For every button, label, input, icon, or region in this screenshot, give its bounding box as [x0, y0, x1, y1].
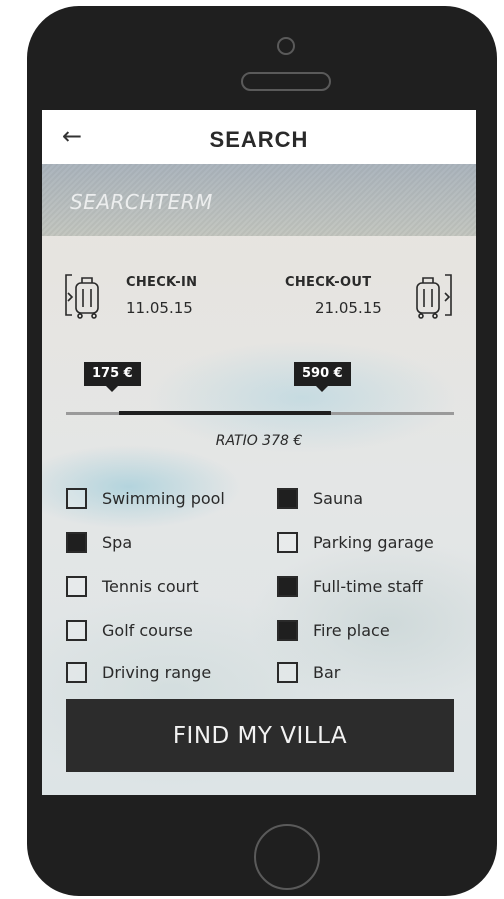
- luggage-icon: [65, 274, 99, 319]
- ratio-label: RATIO 378 €: [215, 433, 303, 449]
- search-field[interactable]: SEARCHTERM: [42, 164, 476, 236]
- amenity-label: Fire place: [313, 621, 390, 640]
- header-bar: ← SEARCH: [42, 110, 476, 164]
- checkbox[interactable]: [66, 662, 87, 683]
- home-button[interactable]: [254, 824, 320, 890]
- checkout-date[interactable]: 21.05.15: [315, 299, 382, 317]
- checkbox[interactable]: [277, 532, 298, 553]
- page-title: SEARCH: [209, 127, 309, 152]
- checkout-label: CHECK-OUT: [285, 275, 372, 290]
- amenity-label: Driving range: [102, 663, 212, 682]
- luggage-icon: [416, 274, 452, 319]
- checkbox[interactable]: [277, 576, 298, 597]
- amenity-label: Parking garage: [313, 533, 434, 552]
- checkbox[interactable]: [66, 576, 87, 597]
- amenity-label: Golf course: [102, 621, 193, 640]
- checkin-label: CHECK-IN: [126, 275, 198, 290]
- price-slider-range[interactable]: [119, 411, 331, 415]
- min-price-tag[interactable]: 175 €: [84, 362, 141, 392]
- amenity-label: Sauna: [313, 489, 364, 508]
- checkbox[interactable]: [66, 620, 87, 641]
- checkbox[interactable]: [277, 620, 298, 641]
- amenity-label: Spa: [102, 533, 133, 552]
- amenity-label: Tennis court: [102, 577, 199, 596]
- search-input[interactable]: SEARCHTERM: [70, 190, 213, 214]
- checkbox[interactable]: [277, 662, 298, 683]
- amenity-label: Full-time staff: [313, 577, 423, 596]
- checkbox[interactable]: [277, 488, 298, 509]
- checkbox[interactable]: [66, 532, 87, 553]
- checkbox[interactable]: [66, 488, 87, 509]
- checkin-date[interactable]: 11.05.15: [126, 299, 193, 317]
- amenity-label: Swimming pool: [102, 489, 225, 508]
- app-screen: ← SEARCH SEARCHTERM CHECK-IN 11.05.15 CH…: [42, 110, 476, 795]
- speaker-grille: [241, 72, 331, 91]
- max-price-tag[interactable]: 590 €: [294, 362, 351, 392]
- camera-icon: [277, 37, 295, 55]
- amenity-label: Bar: [313, 663, 341, 682]
- find-villa-button[interactable]: FIND MY VILLA: [66, 699, 454, 772]
